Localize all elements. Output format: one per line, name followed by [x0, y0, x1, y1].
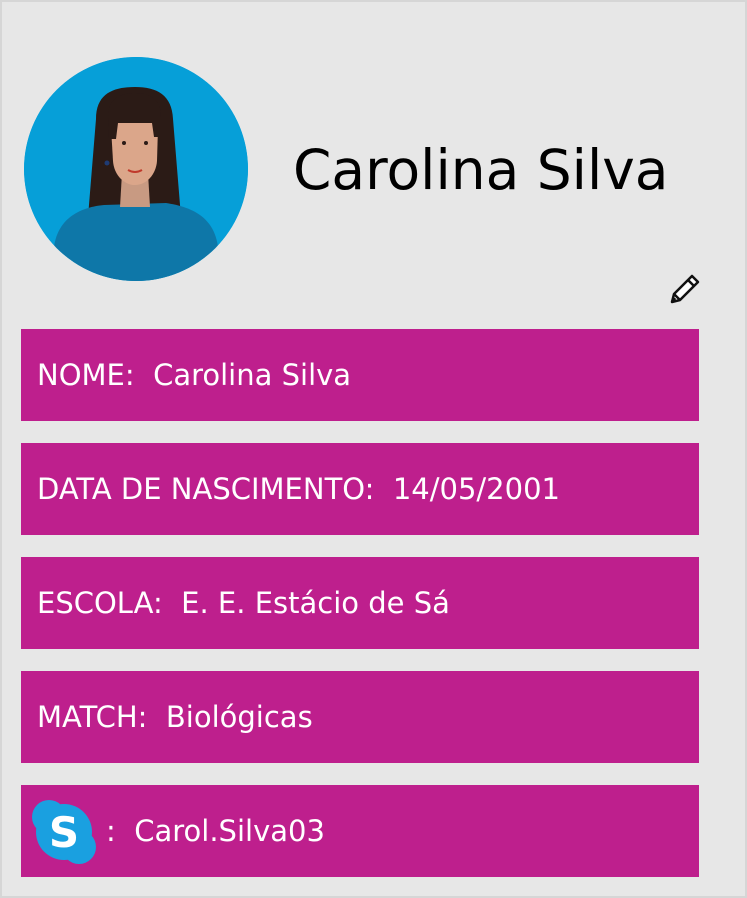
field-value: Carolina Silva [153, 358, 352, 392]
skype-icon: S [29, 797, 99, 867]
skype-separator: : [106, 814, 125, 848]
field-label: MATCH: [37, 700, 157, 734]
field-skype: S : Carol.Silva03 [21, 785, 699, 877]
field-data-de-nascimento: DATA DE NASCIMENTO: 14/05/2001 [21, 443, 699, 535]
profile-name: Carolina Silva [293, 138, 669, 202]
field-value: Biológicas [165, 700, 313, 734]
woman-avatar-icon [24, 57, 248, 281]
field-value: E. E. Estácio de Sá [181, 586, 450, 620]
avatar [24, 57, 248, 281]
skype-handle: Carol.Silva03 [134, 814, 325, 848]
field-label: NOME: [37, 358, 144, 392]
edit-button[interactable] [666, 272, 702, 308]
field-nome: NOME: Carolina Silva [21, 329, 699, 421]
field-label: DATA DE NASCIMENTO: [37, 472, 384, 506]
field-value: 14/05/2001 [392, 472, 560, 506]
field-escola: ESCOLA: E. E. Estácio de Sá [21, 557, 699, 649]
field-match: MATCH: Biológicas [21, 671, 699, 763]
pencil-icon [670, 274, 700, 304]
profile-card: Carolina Silva NOME: Carolina Silva DATA… [0, 0, 747, 898]
field-label: ESCOLA: [37, 586, 172, 620]
svg-text:S: S [49, 808, 79, 857]
